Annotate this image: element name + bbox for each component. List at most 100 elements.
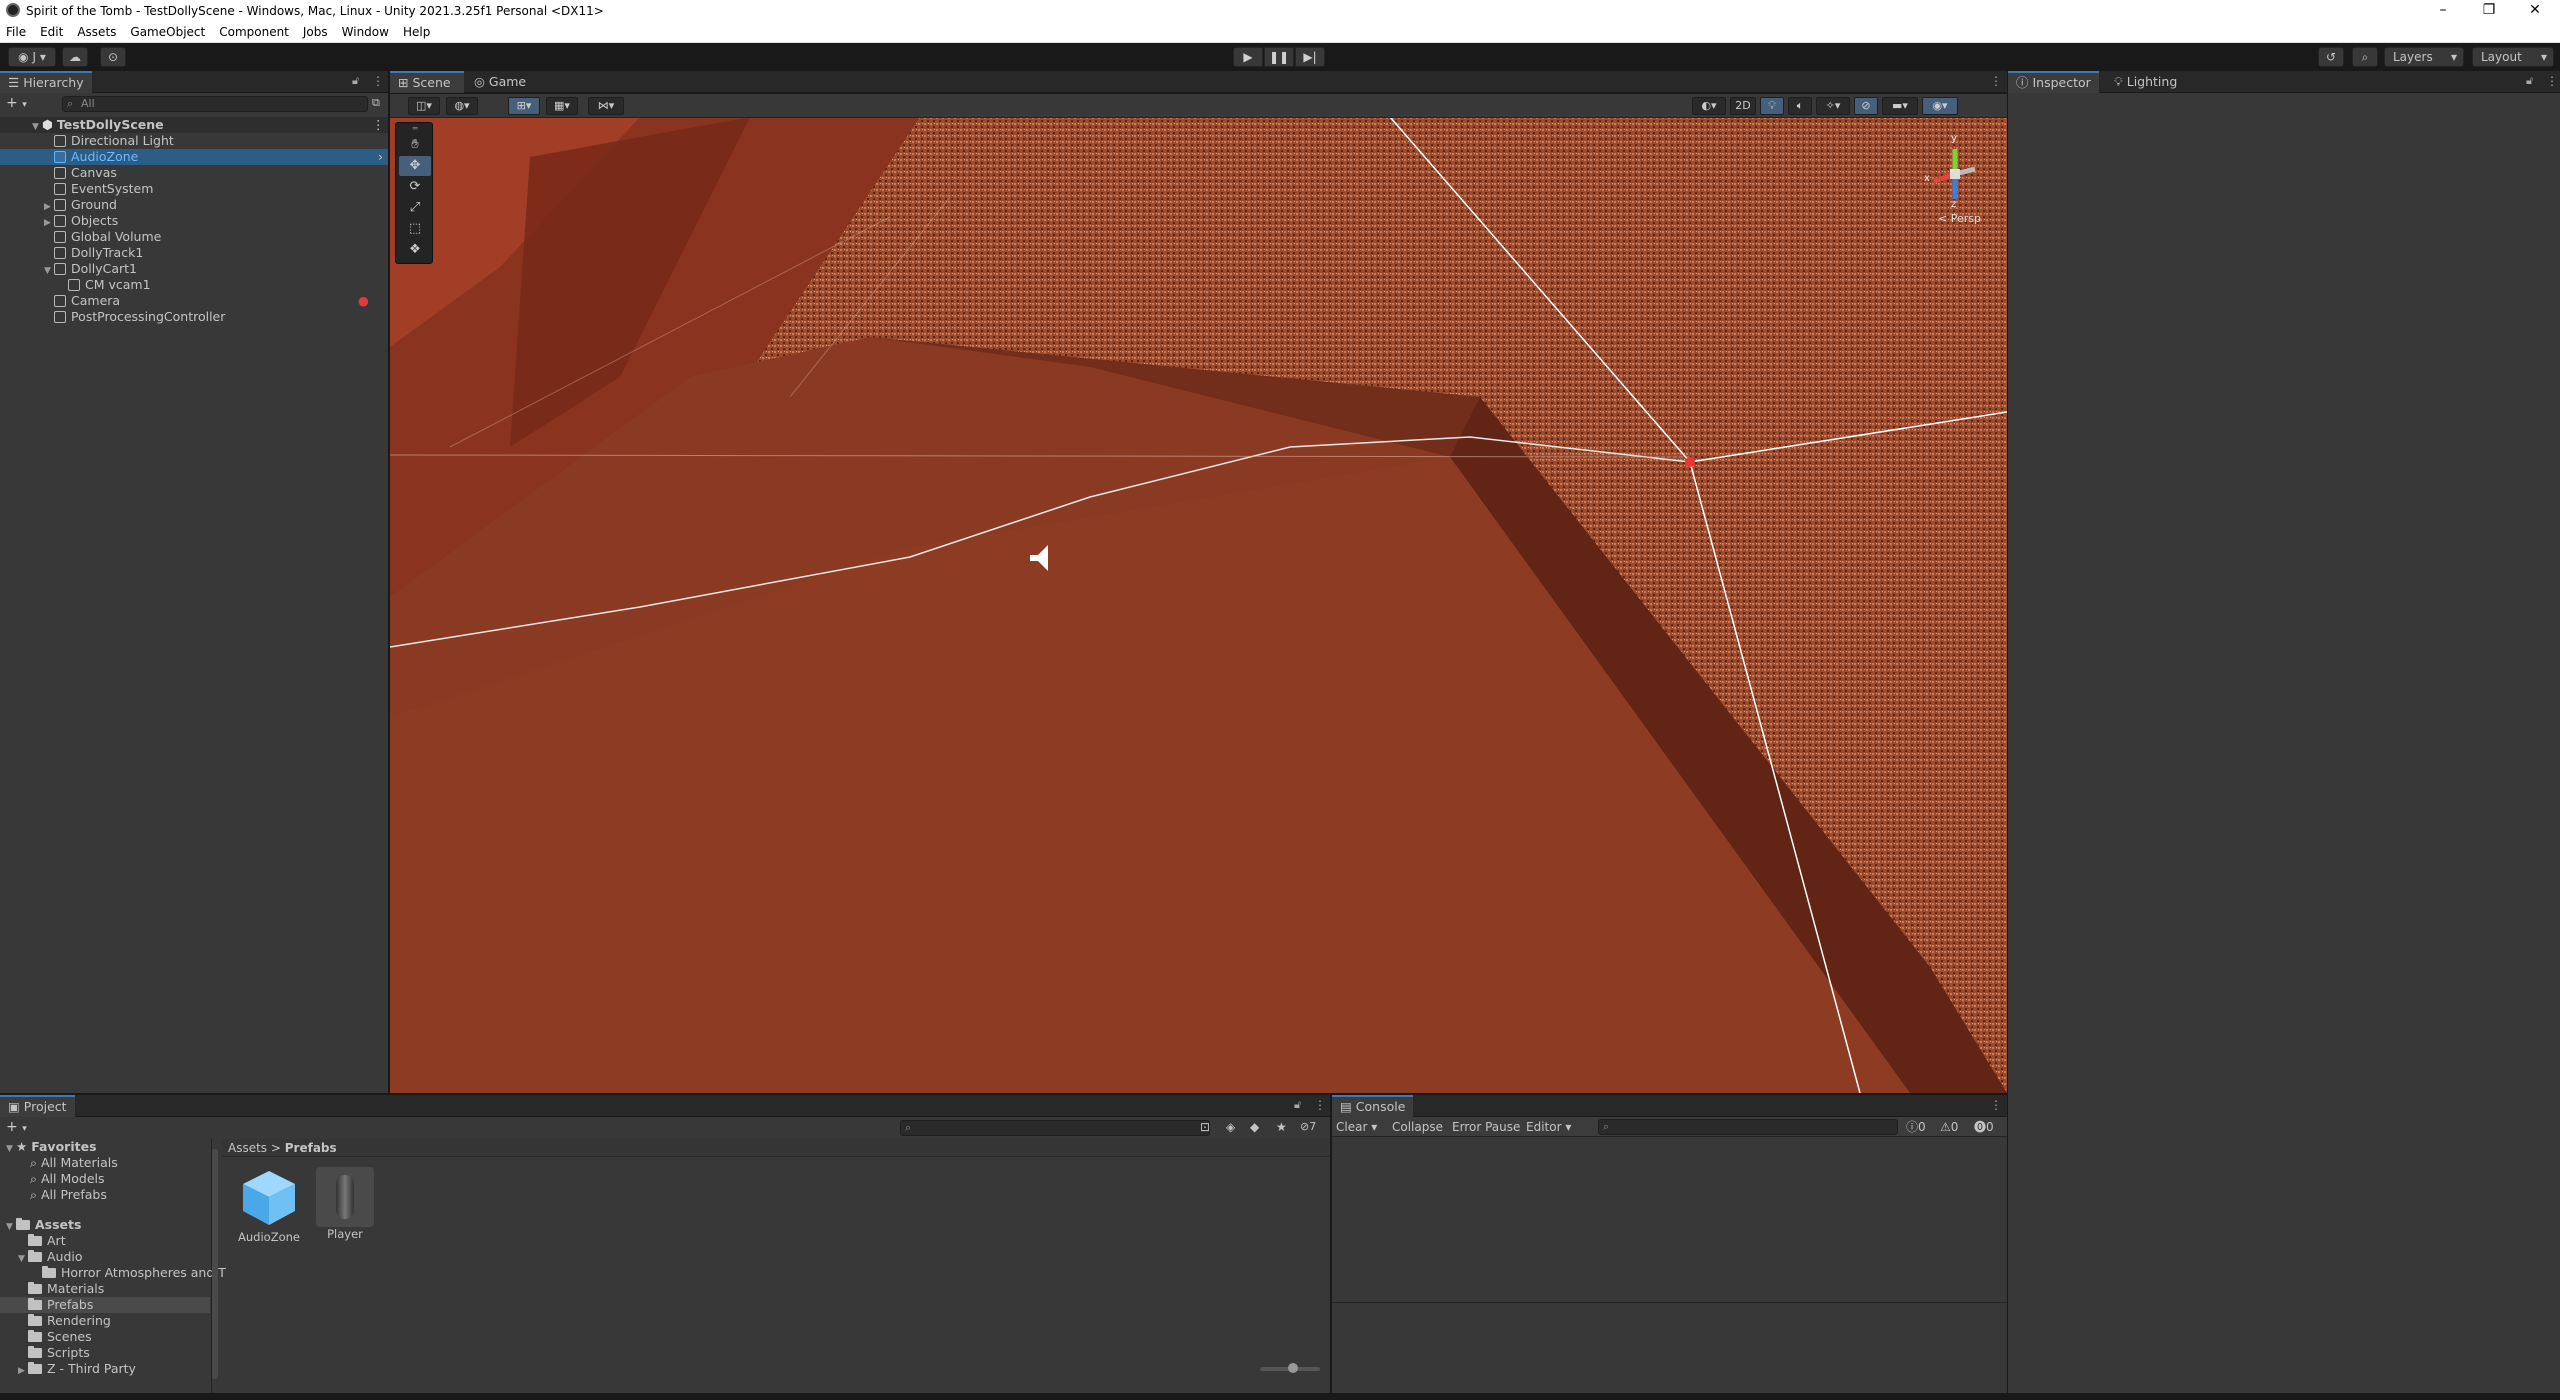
clear-button[interactable]: Clear ▾	[1336, 1117, 1377, 1137]
asset-player[interactable]: Player	[310, 1167, 380, 1241]
favorite-item[interactable]: ⌕ All Materials	[30, 1155, 118, 1171]
grid-snap-icon[interactable]: ▦▾	[546, 97, 578, 115]
cloud-icon[interactable]: ☁	[62, 47, 88, 67]
menu-file[interactable]: File	[6, 25, 26, 39]
filter-by-label-icon[interactable]: ◆	[1250, 1120, 1259, 1134]
create-button[interactable]: + ▾	[6, 95, 27, 111]
render-mode-icon[interactable]: ◍▾	[446, 97, 478, 115]
kebab-menu-icon[interactable]: ⋮	[1314, 1098, 1326, 1112]
hierarchy-search-input[interactable]: ⌕ All	[62, 96, 368, 112]
kebab-menu-icon[interactable]: ⋮	[2546, 74, 2558, 88]
tab-scene[interactable]: ⊞ Scene	[390, 71, 464, 93]
hierarchy-item[interactable]: DollyTrack1	[0, 245, 388, 261]
folder-item[interactable]: ▼ Audio	[0, 1249, 210, 1265]
chevron-right-icon[interactable]: ›	[378, 149, 383, 165]
project-search-input[interactable]: ⌕	[900, 1120, 1210, 1136]
increment-snap-icon[interactable]: ⋈▾	[588, 97, 624, 115]
folder-item[interactable]: ▶ Z - Third Party	[0, 1361, 210, 1377]
effects-toggle-icon[interactable]: ✧▾	[1816, 97, 1850, 115]
rect-tool-icon[interactable]: ⬚	[399, 219, 431, 239]
favorites-header[interactable]: ▼ ★ Favorites	[6, 1139, 97, 1155]
tab-game[interactable]: ◎ Game	[466, 71, 534, 93]
error-filter-toggle[interactable]: ⓿0	[1974, 1117, 1994, 1137]
minimize-button[interactable]: –	[2420, 0, 2466, 22]
asset-audiozone[interactable]: AudioZone	[234, 1167, 304, 1244]
icon-size-slider[interactable]	[1260, 1363, 1320, 1373]
hierarchy-item[interactable]: PostProcessingController	[0, 309, 388, 325]
kebab-menu-icon[interactable]: ⋮	[1990, 1098, 2002, 1112]
hierarchy-item[interactable]: ▶ Ground	[0, 197, 388, 213]
folder-item[interactable]: Scenes	[0, 1329, 210, 1345]
folder-item[interactable]: Art	[0, 1233, 210, 1249]
scale-tool-icon[interactable]: ⤢	[399, 198, 431, 218]
console-search-input[interactable]: ⌕	[1598, 1119, 1898, 1135]
move-tool-icon[interactable]: ✥	[399, 156, 431, 176]
error-pause-button[interactable]: Error Pause	[1452, 1117, 1520, 1137]
lighting-toggle-icon[interactable]: 💡︎	[1760, 97, 1784, 115]
restore-button[interactable]: ❐	[2466, 0, 2512, 22]
tab-inspector[interactable]: ⓘ Inspector	[2008, 71, 2099, 93]
close-button[interactable]: ✕	[2512, 0, 2558, 22]
step-button[interactable]: ▶|	[1295, 47, 1325, 67]
tab-project[interactable]: ▣ Project	[0, 1095, 75, 1117]
tab-hierarchy[interactable]: ☰ Hierarchy	[0, 71, 92, 93]
camera-settings-icon[interactable]: ▬▾	[1882, 97, 1918, 115]
lock-icon[interactable]: 🔓︎	[352, 74, 359, 88]
folder-item[interactable]: Prefabs	[0, 1297, 210, 1313]
layout-dropdown[interactable]: Layout ▾	[2472, 47, 2554, 67]
transform-tool-icon[interactable]: ❖	[399, 240, 431, 260]
hidden-objects-icon[interactable]: ⊘	[1854, 97, 1878, 115]
hidden-packages-toggle[interactable]: ⊘7	[1300, 1120, 1316, 1133]
menu-edit[interactable]: Edit	[40, 25, 63, 39]
breadcrumb-assets[interactable]: Assets	[228, 1141, 267, 1155]
search-by-type-icon[interactable]: ⊡	[1200, 1120, 1210, 1134]
hierarchy-item[interactable]: ▶ Objects	[0, 213, 388, 229]
menu-window[interactable]: Window	[342, 25, 389, 39]
favorite-item[interactable]: ⌕ All Prefabs	[30, 1187, 107, 1203]
projection-label[interactable]: < Persp	[1938, 212, 1981, 225]
folder-item[interactable]: Rendering	[0, 1313, 210, 1329]
scene-visibility-icon[interactable]: ⧉	[372, 96, 380, 110]
editor-dropdown[interactable]: Editor ▾	[1526, 1117, 1571, 1137]
undo-history-icon[interactable]: ↺	[2318, 47, 2344, 67]
favorite-item[interactable]: ⌕ All Models	[30, 1171, 105, 1187]
favorite-star-icon[interactable]: ★	[1276, 1120, 1287, 1134]
scene-camera-icon[interactable]: ◐▾	[1692, 97, 1726, 115]
tab-lighting[interactable]: 💡︎ Lighting	[2106, 71, 2185, 93]
expand-arrow-icon[interactable]: ▼	[6, 1141, 16, 1157]
menu-jobs[interactable]: Jobs	[303, 25, 328, 39]
folder-item[interactable]: Materials	[0, 1281, 210, 1297]
warning-filter-toggle[interactable]: ⚠0	[1940, 1117, 1958, 1137]
dolly-cart-marker[interactable]	[1685, 457, 1695, 467]
kebab-menu-icon[interactable]: ⋮	[1990, 74, 2002, 88]
folder-item[interactable]: Horror Atmospheres and T	[0, 1265, 226, 1281]
folder-tree-scrollbar[interactable]	[212, 1149, 218, 1379]
pause-button[interactable]: ❚❚	[1264, 47, 1294, 67]
hierarchy-item[interactable]: ▼ DollyCart1	[0, 261, 388, 277]
menu-gameobject[interactable]: GameObject	[130, 25, 205, 39]
menu-component[interactable]: Component	[219, 25, 289, 39]
expand-arrow-icon[interactable]: ▶	[18, 1363, 28, 1379]
search-icon[interactable]: ⌕	[2352, 47, 2378, 67]
hierarchy-item[interactable]: Directional Light	[0, 133, 388, 149]
menu-assets[interactable]: Assets	[77, 25, 116, 39]
lock-icon[interactable]: 🔓︎	[2526, 74, 2533, 88]
hierarchy-item[interactable]: AudioZone ›	[0, 149, 388, 165]
audio-toggle-icon[interactable]: 🔈︎	[1788, 97, 1812, 115]
folder-item[interactable]: Scripts	[0, 1345, 210, 1361]
scene-root-row[interactable]: ▼ ⬢ TestDollyScene ⋮	[0, 117, 388, 133]
play-button[interactable]: ▶	[1233, 47, 1263, 67]
scene-viewport[interactable]: y x z < Persp	[390, 117, 2007, 1093]
menu-help[interactable]: Help	[403, 25, 430, 39]
breadcrumb-prefabs[interactable]: Prefabs	[285, 1141, 337, 1155]
toggle-2d-button[interactable]: 2D	[1730, 97, 1756, 115]
lock-icon[interactable]: 🔓︎	[1294, 1098, 1301, 1112]
collapse-button[interactable]: Collapse	[1392, 1117, 1443, 1137]
draw-mode-icon[interactable]: ◫▾	[408, 97, 440, 115]
kebab-menu-icon[interactable]: ⋮	[372, 74, 384, 88]
layers-dropdown[interactable]: Layers ▾	[2384, 47, 2464, 67]
hierarchy-item[interactable]: Canvas	[0, 165, 388, 181]
hierarchy-item[interactable]: CM vcam1	[0, 277, 388, 293]
hierarchy-item[interactable]: EventSystem	[0, 181, 388, 197]
orientation-gizmo[interactable]: y x z < Persp	[1920, 133, 1990, 229]
